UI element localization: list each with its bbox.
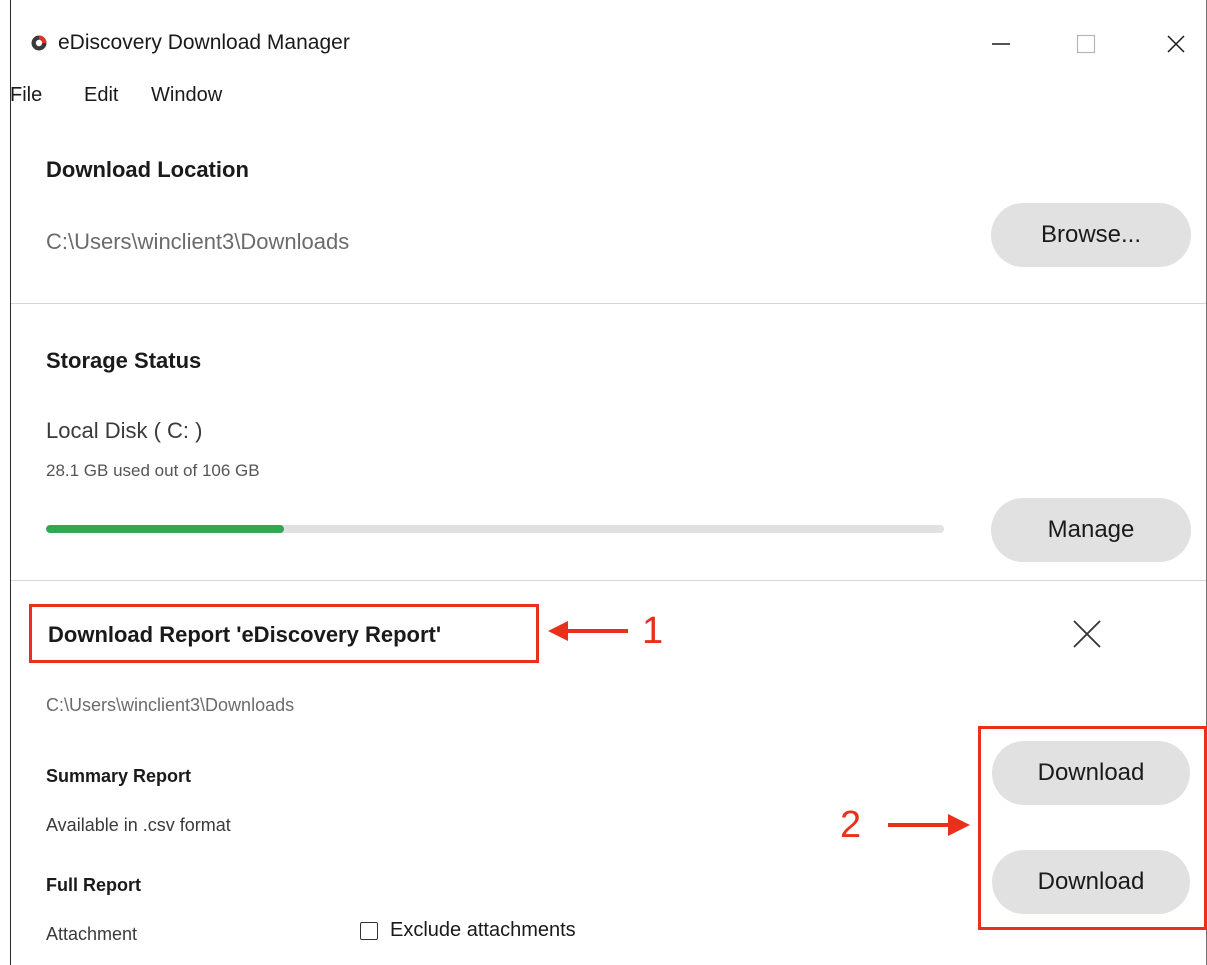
attachment-label: Attachment (46, 924, 138, 944)
summary-report-format: Available in .csv format (46, 815, 231, 835)
minimize-button[interactable] (971, 22, 1031, 66)
exclude-attachments-checkbox[interactable]: Exclude attachments (360, 919, 576, 942)
menu-file[interactable]: File (10, 84, 42, 107)
menu-window[interactable]: Window (151, 84, 222, 107)
section-divider (11, 580, 1206, 581)
window-border-left (10, 0, 11, 965)
manage-button[interactable]: Manage (991, 498, 1191, 562)
window-title: eDiscovery Download Manager (58, 31, 350, 54)
section-divider (11, 303, 1206, 304)
disk-name: Local Disk ( C: ) (46, 418, 203, 443)
annotation-box-1 (29, 604, 539, 663)
maximize-button[interactable] (1056, 22, 1116, 66)
annotation-arrow-1 (548, 621, 628, 641)
minimize-icon (992, 43, 1010, 45)
report-path: C:\Users\winclient3\Downloads (46, 695, 295, 715)
close-icon (1073, 620, 1101, 648)
annotation-number-1: 1 (642, 610, 664, 652)
storage-status-title: Storage Status (46, 348, 202, 373)
download-location-title: Download Location (46, 157, 249, 182)
disk-usage-text: 28.1 GB used out of 106 GB (46, 461, 260, 480)
maximize-icon (1076, 34, 1096, 54)
summary-report-title: Summary Report (46, 766, 192, 786)
annotation-box-2 (978, 726, 1207, 930)
storage-progress-fill (46, 525, 284, 533)
annotation-number-2: 2 (840, 804, 862, 846)
checkbox-box[interactable] (360, 921, 378, 940)
download-location-path: C:\Users\winclient3\Downloads (46, 229, 350, 254)
annotation-arrow-2 (888, 814, 970, 836)
browse-button[interactable]: Browse... (991, 203, 1191, 267)
close-window-button[interactable] (1146, 22, 1206, 66)
exclude-attachments-label: Exclude attachments (390, 919, 576, 941)
close-icon (1167, 35, 1185, 53)
storage-progress-bar (46, 525, 944, 533)
close-report-button[interactable] (1067, 614, 1107, 654)
full-report-title: Full Report (46, 875, 141, 895)
app-logo-icon (31, 35, 47, 51)
menu-edit[interactable]: Edit (84, 84, 118, 107)
